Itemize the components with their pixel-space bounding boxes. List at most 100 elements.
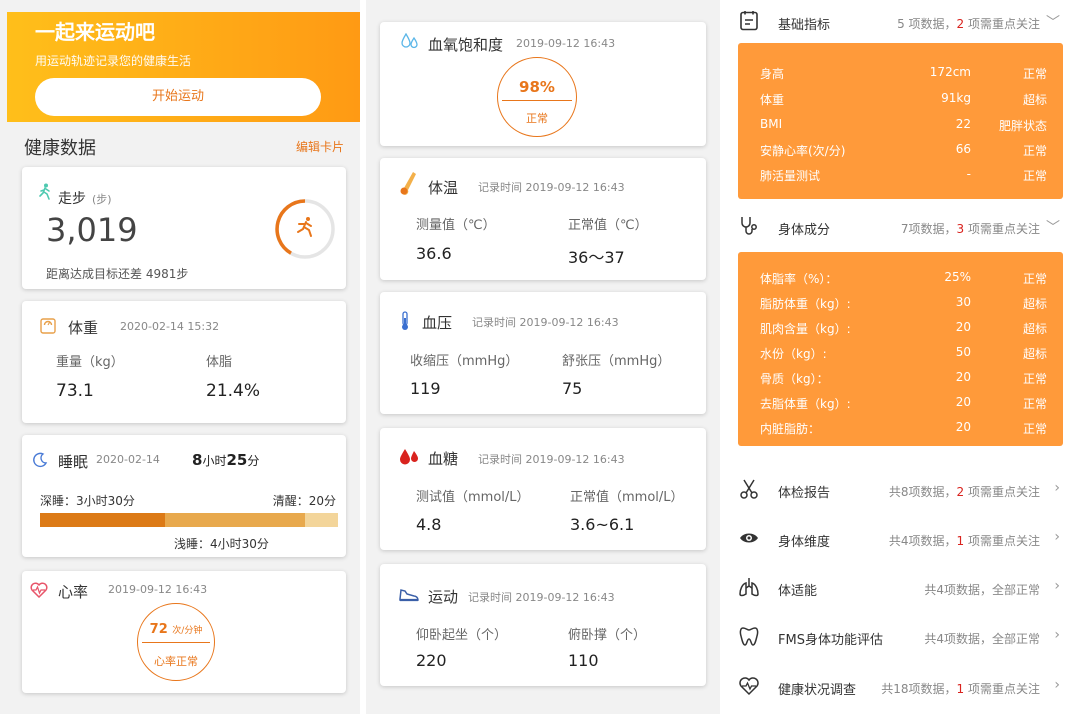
spo2-label: 血氧饱和度	[428, 36, 504, 54]
chevron-down-icon: ﹀	[1046, 220, 1060, 236]
row-value: 30	[955, 295, 971, 309]
table-row: 骨质（kg）： 20 正常	[738, 370, 1063, 390]
chevron-right-icon: ›	[1054, 480, 1060, 496]
body-summary-post: 项需重点关注	[964, 222, 1040, 236]
table-row: BMI 22 肥胖状态	[738, 117, 1063, 137]
start-sport-button[interactable]: 开始运动	[35, 78, 321, 116]
report-item-fitness[interactable]: 体适能 共4项数据，全部正常 ›	[726, 574, 1080, 604]
row-key: 去脂体重（kg）:	[760, 397, 851, 411]
edit-cards-link[interactable]: 编辑卡片	[296, 138, 344, 155]
awake-text: 清醒：20分	[272, 494, 336, 508]
table-row: 水份（kg）: 50 超标	[738, 345, 1063, 365]
situps-label: 仰卧起坐（个）	[416, 628, 508, 643]
body-composition-header[interactable]: 身体成分 7项数据，3 项需重点关注 ﹀	[726, 213, 1080, 243]
spo2-time: 2019-09-12 16:43	[516, 37, 616, 50]
glucose-test-label: 测试值（mmol/L）	[416, 490, 530, 505]
report-summary-pre: 共8项数据，	[888, 485, 957, 499]
temperature-label: 体温	[428, 179, 459, 197]
row-value: 50	[955, 345, 971, 359]
row-key: BMI	[760, 117, 783, 131]
row-key: 脂肪体重（kg）:	[760, 297, 851, 311]
steps-unit: (步)	[92, 193, 112, 206]
report-summary-pre: 共18项数据，	[881, 682, 957, 696]
spo2-card[interactable]: 血氧饱和度 2019-09-12 16:43 98% 正常	[380, 22, 706, 146]
row-key: 安静心率(次/分)	[760, 144, 846, 158]
body-composition-summary: 7项数据，3 项需重点关注	[901, 220, 1040, 237]
walking-icon	[39, 183, 50, 200]
stethoscope-icon	[741, 217, 757, 235]
situps-value: 220	[416, 651, 447, 670]
table-row: 去脂体重（kg）: 20 正常	[738, 395, 1063, 415]
health-dashboard-column: 一起来运动吧 用运动轨迹记录您的健康生活 开始运动 健康数据 编辑卡片 走步 (…	[0, 0, 360, 714]
sneaker-icon	[399, 589, 419, 602]
report-summary-post: 项需重点关注	[964, 534, 1040, 548]
row-status: 肥胖状态	[998, 119, 1047, 133]
heart-card[interactable]: 心率 2019-09-12 16:43 72 次/分钟 心率正常	[22, 571, 346, 693]
report-item-checkup[interactable]: 体检报告 共8项数据，2 项需重点关注 ›	[726, 476, 1080, 506]
heart-time: 2019-09-12 16:43	[108, 583, 208, 596]
row-value: 22	[955, 117, 971, 131]
report-title: FMS身体功能评估	[778, 633, 883, 648]
moon-icon	[33, 452, 48, 468]
report-item-dimension[interactable]: 身体维度 共4项数据，1 项需重点关注 ›	[726, 525, 1080, 555]
sleep-date: 2020-02-14	[96, 453, 160, 466]
basic-indicators-title: 基础指标	[778, 18, 831, 33]
blood-glucose-card[interactable]: 血糖 记录时间 2019-09-12 16:43 测试值（mmol/L） 正常值…	[380, 428, 706, 550]
sleep-card[interactable]: 睡眠 2020-02-14 8小时25分 深睡：3小时30分 清醒：20分 浅睡…	[22, 435, 346, 557]
blood-pressure-label: 血压	[422, 314, 453, 332]
heart-rate-status: 心率正常	[154, 655, 198, 668]
water-drops-icon	[401, 33, 418, 49]
row-status: 超标	[1022, 93, 1047, 107]
temp-measured-value: 36.6	[416, 244, 452, 263]
sleep-hours-unit: 小时	[202, 454, 227, 468]
report-title: 身体维度	[778, 535, 831, 550]
sport-banner: 一起来运动吧 用运动轨迹记录您的健康生活 开始运动	[7, 12, 360, 122]
report-title: 体适能	[778, 584, 818, 599]
report-summary: 共4项数据，全部正常	[924, 581, 1040, 598]
sleep-bar-deep	[40, 513, 166, 527]
report-item-fms[interactable]: FMS身体功能评估 共4项数据，全部正常 ›	[726, 623, 1080, 653]
systolic-label: 收缩压（mmHg）	[410, 354, 519, 369]
exercise-card[interactable]: 运动 记录时间 2019-09-12 16:43 仰卧起坐（个） 俯卧撑（个） …	[380, 564, 706, 686]
glucose-normal-value: 3.6~6.1	[570, 515, 635, 534]
document-list-icon	[740, 11, 758, 31]
report-item-survey[interactable]: 健康状况调查 共18项数据，1 项需重点关注 ›	[726, 673, 1080, 703]
row-value: 20	[955, 320, 971, 334]
steps-card[interactable]: 走步 (步) 3,019 距离达成目标还差 4981步	[22, 167, 346, 289]
weight-time: 2020-02-14 15:32	[120, 320, 220, 333]
exercise-label: 运动	[428, 588, 459, 606]
row-key: 体重	[760, 93, 785, 107]
table-row: 身高 172cm 正常	[738, 65, 1063, 85]
diastolic-value: 75	[562, 379, 583, 398]
report-summary: 共18项数据，1 项需重点关注	[881, 680, 1040, 697]
body-composition-title: 身体成分	[778, 223, 831, 238]
tooth-icon	[739, 627, 759, 646]
deep-sleep-text: 深睡：3小时30分	[40, 494, 135, 508]
blood-pressure-time: 记录时间 2019-09-12 16:43	[472, 316, 619, 329]
row-value: 172cm	[929, 65, 971, 79]
blood-pressure-card[interactable]: 血压 记录时间 2019-09-12 16:43 收缩压（mmHg） 舒张压（m…	[380, 292, 706, 414]
glucose-test-value: 4.8	[416, 515, 442, 534]
row-status: 正常	[1022, 144, 1047, 158]
row-key: 肌肉含量（kg）:	[760, 322, 851, 336]
row-status: 正常	[1022, 372, 1047, 386]
lungs-icon	[739, 578, 759, 597]
section-title: 健康数据	[24, 138, 96, 159]
row-value: 91kg	[941, 91, 971, 105]
basic-indicators-table: 身高 172cm 正常 体重 91kg 超标 BMI 22 肥胖状态 安静心率(次/分) 66…	[738, 43, 1063, 199]
banner-title: 一起来运动吧	[35, 20, 155, 44]
indicator-column: 基础指标 5 项数据，2 项需重点关注 ﹀ 身高 172cm 正常 体重 91kg 超标…	[726, 0, 1080, 714]
sleep-label: 睡眠	[58, 453, 89, 471]
fat-value: 21.4%	[206, 381, 261, 401]
heart-ring-divider	[142, 642, 210, 643]
pushups-label: 俯卧撑（个）	[568, 628, 647, 643]
heart-label: 心率	[58, 583, 89, 601]
temperature-card[interactable]: 体温 记录时间 2019-09-12 16:43 测量值（℃） 正常值（℃） 3…	[380, 158, 706, 280]
sleep-bar-awake	[305, 513, 338, 527]
basic-indicators-header[interactable]: 基础指标 5 项数据，2 项需重点关注 ﹀	[726, 8, 1080, 38]
report-summary-post: 项需重点关注	[964, 682, 1040, 696]
row-value: 20	[955, 420, 971, 434]
weight-card[interactable]: 体重 2020-02-14 15:32 重量（kg） 体脂 73.1 21.4%	[22, 301, 346, 423]
exercise-time: 记录时间 2019-09-12 16:43	[468, 591, 615, 604]
table-row: 体重 91kg 超标	[738, 91, 1063, 111]
